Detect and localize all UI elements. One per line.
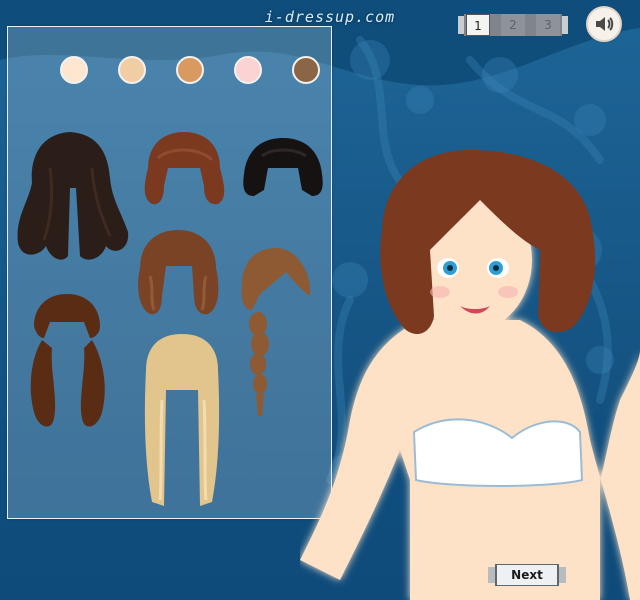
next-button[interactable]: Next: [488, 564, 566, 586]
page-1-button[interactable]: 1: [466, 14, 490, 36]
sound-toggle-button[interactable]: [586, 6, 622, 42]
site-title: i-dressup.com: [264, 8, 396, 26]
hair-option-long-wavy-black[interactable]: [10, 128, 134, 268]
skin-tone-swatch[interactable]: [118, 56, 146, 84]
skin-tone-swatch[interactable]: [176, 56, 204, 84]
speaker-icon: [596, 17, 614, 31]
dressup-model: [300, 150, 640, 600]
game-stage: i-dressup.com 1 2 3 Next: [0, 0, 640, 600]
skin-tone-swatch[interactable]: [292, 56, 320, 84]
skin-tone-swatch[interactable]: [234, 56, 262, 84]
page-2-button[interactable]: 2: [501, 14, 525, 36]
hair-option-long-blonde-bangs[interactable]: [138, 330, 226, 510]
hair-option-medium-wavy-brown[interactable]: [132, 226, 224, 318]
page-3-button[interactable]: 3: [536, 14, 560, 36]
page-selector: 1 2 3: [458, 12, 568, 38]
next-button-label: Next: [511, 568, 543, 582]
skin-tone-swatch[interactable]: [60, 56, 88, 84]
hair-option-short-bob-brown[interactable]: [138, 128, 230, 210]
hair-option-pigtails-brown[interactable]: [24, 290, 110, 440]
